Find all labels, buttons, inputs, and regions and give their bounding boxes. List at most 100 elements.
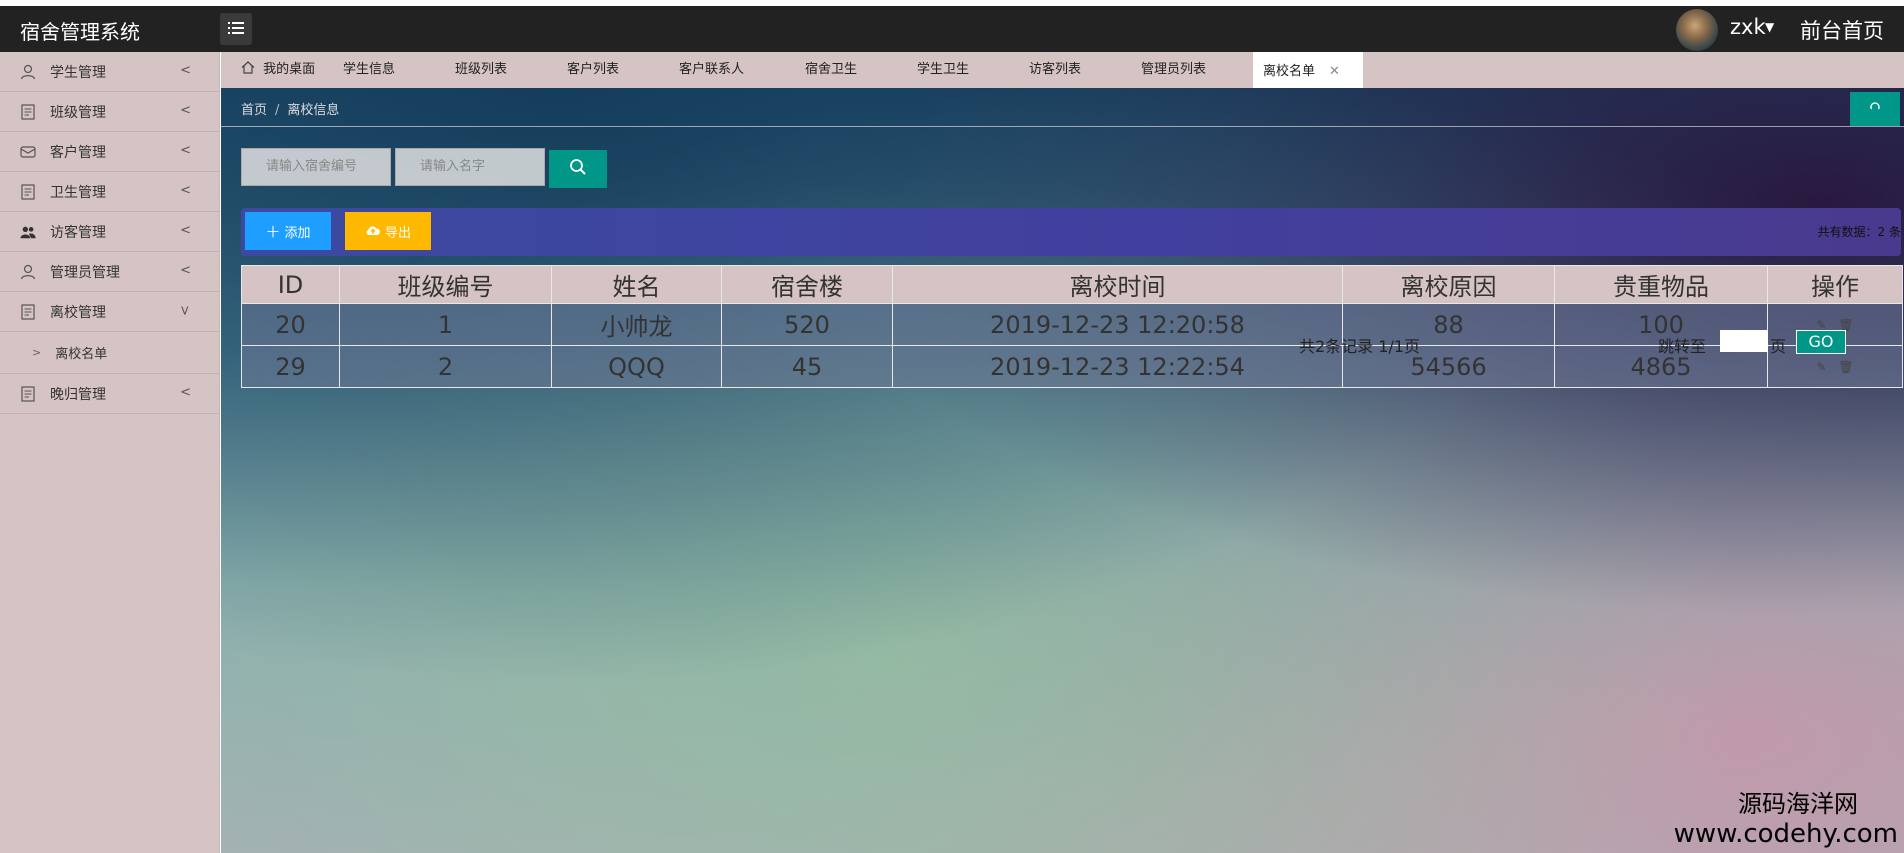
sidebar-item-label: 访客管理 [50,224,106,241]
sidebar-item-customer[interactable]: 客户管理 < [0,132,219,172]
mail-icon [20,144,36,160]
sidebar-item-label: 学生管理 [50,64,106,81]
search-icon [569,158,587,180]
tab-student-info[interactable]: 学生信息 [333,52,405,88]
tab-label: 宿舍卫生 [805,62,858,77]
sidebar-item-late-return[interactable]: 晚归管理 < [0,374,219,414]
sidebar-item-hygiene[interactable]: 卫生管理 < [0,172,219,212]
chevron-left-icon: < [180,385,191,400]
export-button[interactable]: 导出 [345,212,431,250]
tab-label: 学生信息 [343,62,396,77]
sidebar-item-visitor[interactable]: 访客管理 < [0,212,219,252]
sidebar-item-leave[interactable]: 离校管理 < [0,292,219,332]
table-header-row: ID 班级编号 姓名 宿舍楼 离校时间 离校原因 贵重物品 操作 [241,265,1903,304]
cell-class-number: 2 [339,345,552,388]
cell-name: QQQ [551,345,722,388]
page-unit-label: 页 [1770,337,1787,356]
main-content: 首页 / 离校信息 请输入宿舍编号 请输入名字 ＋添加 导出 共有数据：2 条 [221,88,1904,853]
sidebar-item-admin[interactable]: 管理员管理 < [0,252,219,292]
sidebar-item-student[interactable]: 学生管理 < [0,52,219,92]
table-row[interactable]: 29 2 QQQ 45 2019-12-23 12:22:54 54566 48… [241,345,1903,388]
goto-label: 跳转至 [1658,337,1707,356]
tab-visitor-list[interactable]: 访客列表 [1019,52,1091,88]
home-icon [241,61,263,77]
close-icon[interactable]: ✕ [1329,64,1340,79]
cell-class-number: 1 [339,303,552,346]
chevron-left-icon: < [180,143,191,158]
name-input[interactable]: 请输入名字 [395,148,545,186]
trash-icon[interactable]: 🗑 [1838,360,1853,374]
chevron-left-icon: < [180,103,191,118]
add-button-label: 添加 [284,225,311,241]
add-button[interactable]: ＋添加 [245,212,331,250]
leave-table: ID 班级编号 姓名 宿舍楼 离校时间 离校原因 贵重物品 操作 20 1 小帅… [241,265,1903,388]
cell-id: 29 [241,345,340,388]
column-header[interactable]: 班级编号 [339,265,552,304]
column-header[interactable]: 贵重物品 [1554,265,1768,304]
column-header: 操作 [1767,265,1903,304]
users-icon [20,224,36,240]
sidebar-item-label: 管理员管理 [50,264,120,281]
tab-label: 班级列表 [455,62,508,77]
top-navbar: 宿舍管理系统 zxk ▼ 前台首页 [0,6,1904,52]
refresh-button[interactable] [1850,92,1900,126]
tab-label: 学生卫生 [917,62,970,77]
dorm-number-input[interactable]: 请输入宿舍编号 [241,148,391,186]
table-row[interactable]: 20 1 小帅龙 520 2019-12-23 12:20:58 88 100 … [241,303,1903,346]
tab-admin-list[interactable]: 管理员列表 [1131,52,1216,88]
column-header[interactable]: ID [241,265,340,304]
tab-class-list[interactable]: 班级列表 [445,52,517,88]
breadcrumb-home[interactable]: 首页 [241,103,267,118]
cell-dorm-building: 45 [721,345,893,388]
tab-customer-contact[interactable]: 客户联系人 [669,52,754,88]
edit-icon[interactable]: ✎ [1816,360,1826,374]
tab-label: 离校名单 [1263,64,1316,79]
username[interactable]: zxk [1730,15,1766,39]
column-header[interactable]: 离校原因 [1342,265,1555,304]
refresh-icon [1869,101,1881,117]
tab-dorm-hygiene[interactable]: 宿舍卫生 [795,52,867,88]
column-header[interactable]: 姓名 [551,265,722,304]
plus-icon: ＋ [265,222,281,241]
tab-student-hygiene[interactable]: 学生卫生 [907,52,979,88]
sidebar-subitem-label: 离校名单 [55,347,108,362]
cloud-upload-icon [365,222,381,240]
goto-page-input[interactable] [1720,330,1768,352]
document-icon [20,385,36,402]
front-home-link[interactable]: 前台首页 [1800,15,1884,45]
tab-customer-list[interactable]: 客户列表 [557,52,629,88]
cell-leave-time: 2019-12-23 12:22:54 [892,345,1343,388]
search-button[interactable] [549,150,607,188]
sidebar-item-class[interactable]: 班级管理 < [0,92,219,132]
tab-bar: 我的桌面 学生信息 班级列表 客户列表 客户联系人 宿舍卫生 学生卫生 访客列表… [221,52,1904,88]
chevron-right-icon: > [32,346,42,359]
tab-leave-list[interactable]: 离校名单 ✕ [1253,52,1363,88]
action-toolbar: ＋添加 导出 共有数据：2 条 [241,208,1901,256]
tab-label: 我的桌面 [263,62,316,77]
breadcrumb: 首页 / 离校信息 [241,99,339,118]
sidebar-item-label: 班级管理 [50,104,106,121]
chevron-left-icon: < [180,223,191,238]
sidebar-item-label: 离校管理 [50,304,106,321]
chevron-down-icon: < [178,305,194,316]
sidebar-item-label: 晚归管理 [50,386,106,403]
document-icon [20,303,36,320]
sidebar-item-label: 客户管理 [50,144,106,161]
chevron-left-icon: < [180,263,191,278]
menu-toggle-button[interactable] [220,13,252,45]
go-button[interactable]: GO [1796,330,1846,354]
total-count: 共有数据：2 条 [1817,225,1901,239]
list-icon [228,20,244,39]
watermark: 源码海洋网 www.codehy.com [1674,784,1898,849]
column-header[interactable]: 宿舍楼 [721,265,893,304]
pager-summary: 共2条记录 1/1页 [1299,337,1421,356]
column-header[interactable]: 离校时间 [892,265,1343,304]
caret-down-icon[interactable]: ▼ [1765,20,1774,34]
cell-leave-time: 2019-12-23 12:20:58 [892,303,1343,346]
sidebar-subitem-leave-list[interactable]: > 离校名单 [0,332,219,374]
export-button-label: 导出 [384,225,411,241]
tab-desktop[interactable]: 我的桌面 [231,52,325,88]
avatar[interactable] [1676,9,1718,51]
tab-label: 客户联系人 [679,62,745,77]
breadcrumb-current: 离校信息 [287,103,340,118]
